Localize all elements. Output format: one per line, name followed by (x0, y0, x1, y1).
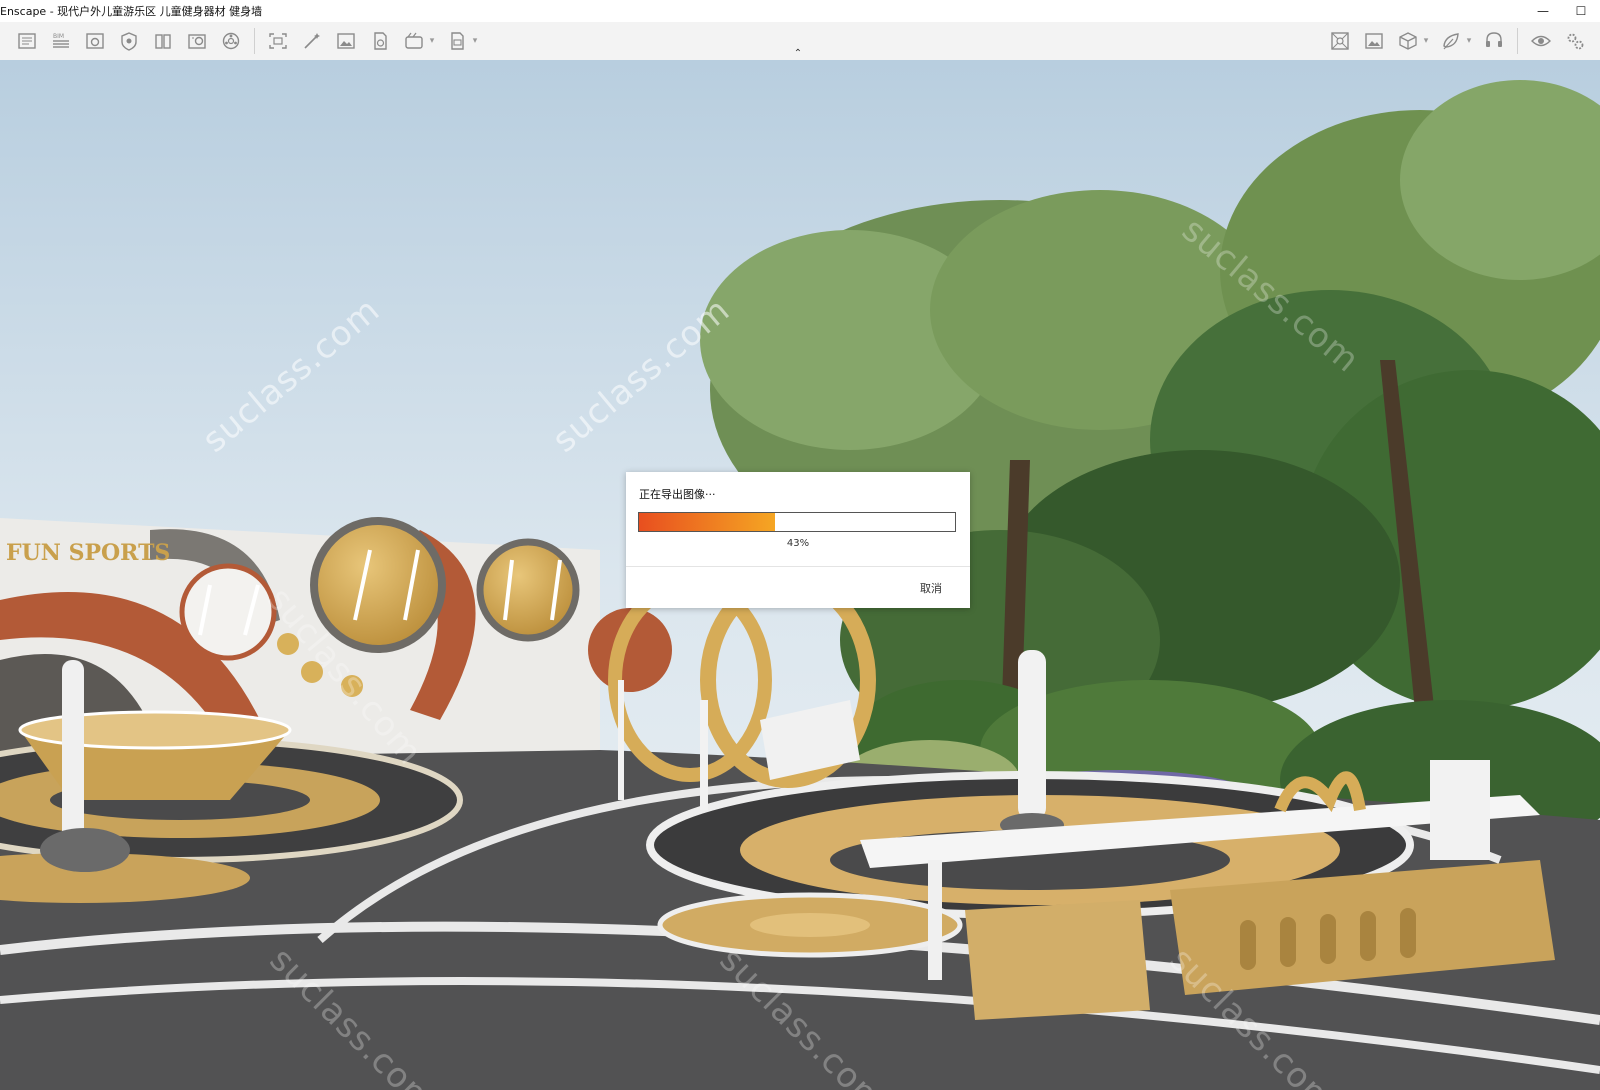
progress-bar-fill (639, 513, 775, 531)
bim-icon[interactable]: BIM (47, 27, 75, 55)
chevron-down-icon[interactable]: ▾ (427, 27, 437, 55)
minimize-button[interactable]: — (1524, 0, 1562, 22)
dialog-message: 正在导出图像··· (639, 488, 716, 501)
web-export-icon[interactable] (443, 27, 471, 55)
window-controls: — ☐ (1524, 0, 1600, 22)
screenshot-icon[interactable] (264, 27, 292, 55)
cancel-button[interactable]: 取消 (920, 580, 942, 596)
orthographic-icon[interactable] (1326, 27, 1354, 55)
export-progress-bar (638, 512, 956, 532)
settings-icon[interactable] (1561, 27, 1589, 55)
toolbar-separator (254, 28, 255, 54)
progress-percent-label: 43% (786, 538, 810, 549)
dialog-divider (626, 566, 970, 567)
video-editor-icon[interactable] (400, 27, 428, 55)
export-progress-dialog: 正在导出图像··· 43% 取消 (626, 472, 970, 608)
window-title: Enscape - 现代户外儿童游乐区 儿童健身器材 健身墙 (0, 5, 263, 18)
maximize-button[interactable]: ☐ (1562, 0, 1600, 22)
panorama-icon[interactable] (366, 27, 394, 55)
views-icon[interactable] (81, 27, 109, 55)
materials-icon[interactable] (149, 27, 177, 55)
toolbar-right-group: ▾ ▾ (1323, 22, 1592, 60)
chevron-down-icon[interactable]: ▾ (470, 27, 480, 55)
headset-icon[interactable] (1480, 27, 1508, 55)
toolbar-separator (1517, 28, 1518, 54)
chevron-down-icon[interactable]: ▾ (1421, 27, 1431, 55)
title-bar: Enscape - 现代户外儿童游乐区 儿童健身器材 健身墙 — ☐ (0, 0, 1600, 22)
project-info-icon[interactable] (13, 27, 41, 55)
svg-text:BIM: BIM (53, 33, 64, 40)
image-export-icon[interactable] (332, 27, 360, 55)
image-overlay-icon[interactable] (1360, 27, 1388, 55)
eye-visibility-icon[interactable] (1527, 27, 1555, 55)
feedback-icon[interactable] (1437, 27, 1465, 55)
toolbar-left-group: BIM ▾ ▾ (10, 22, 483, 60)
collapse-toolbar-button[interactable]: ⌃ (790, 46, 806, 60)
chevron-down-icon[interactable]: ▾ (1464, 27, 1474, 55)
asset-library-icon[interactable] (115, 27, 143, 55)
fun-sports-sign: FUN SPORTS (6, 540, 170, 566)
material-editor-icon[interactable] (183, 27, 211, 55)
section-cube-icon[interactable] (1394, 27, 1422, 55)
batch-render-icon[interactable] (298, 27, 326, 55)
atmosphere-icon[interactable] (217, 27, 245, 55)
